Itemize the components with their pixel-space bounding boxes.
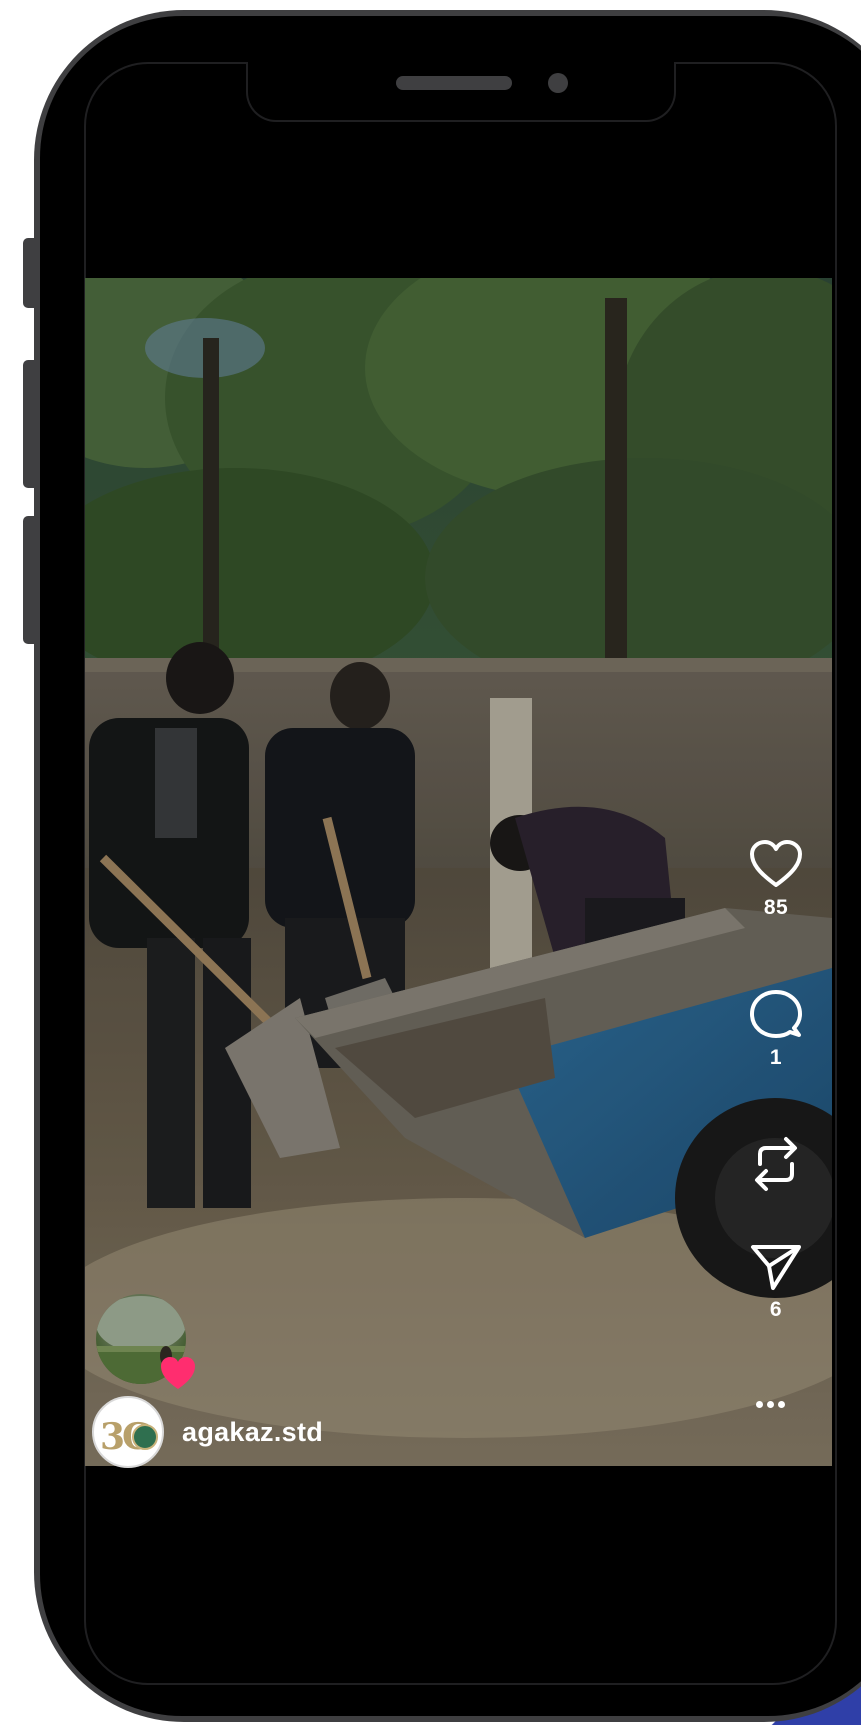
mockup-canvas: 85 1 6 3C agakaz.std [0, 0, 861, 1725]
heart-icon[interactable] [748, 838, 804, 890]
author-row[interactable]: 3C agakaz.std [92, 1396, 323, 1468]
comment-count: 1 [769, 1046, 783, 1069]
more-dot [756, 1401, 763, 1408]
volume-down-button [23, 516, 35, 644]
send-icon[interactable] [749, 1242, 803, 1292]
send-action[interactable]: 6 [728, 1242, 824, 1322]
more-dot [778, 1401, 785, 1408]
more-options-icon[interactable] [756, 1395, 796, 1409]
speaker-grille [396, 76, 512, 90]
reel-video[interactable] [85, 278, 832, 1466]
avatar-logo-emblem [132, 1424, 158, 1450]
heart-badge-icon [161, 1357, 195, 1389]
like-count: 85 [763, 896, 789, 919]
comment-action[interactable]: 1 [728, 988, 824, 1070]
video-frame-image [85, 278, 832, 1466]
share-count: 6 [769, 1298, 783, 1321]
repost-icon[interactable] [750, 1134, 802, 1194]
mute-switch [23, 238, 35, 308]
like-action[interactable]: 85 [728, 838, 824, 920]
comment-bubble-icon[interactable] [750, 988, 802, 1040]
front-camera [548, 73, 568, 93]
volume-up-button [23, 360, 35, 488]
repost-action[interactable] [728, 1134, 824, 1194]
author-username[interactable]: agakaz.std [182, 1417, 323, 1448]
more-dot [767, 1401, 774, 1408]
author-avatar[interactable]: 3C [92, 1396, 164, 1468]
notch [246, 62, 676, 122]
